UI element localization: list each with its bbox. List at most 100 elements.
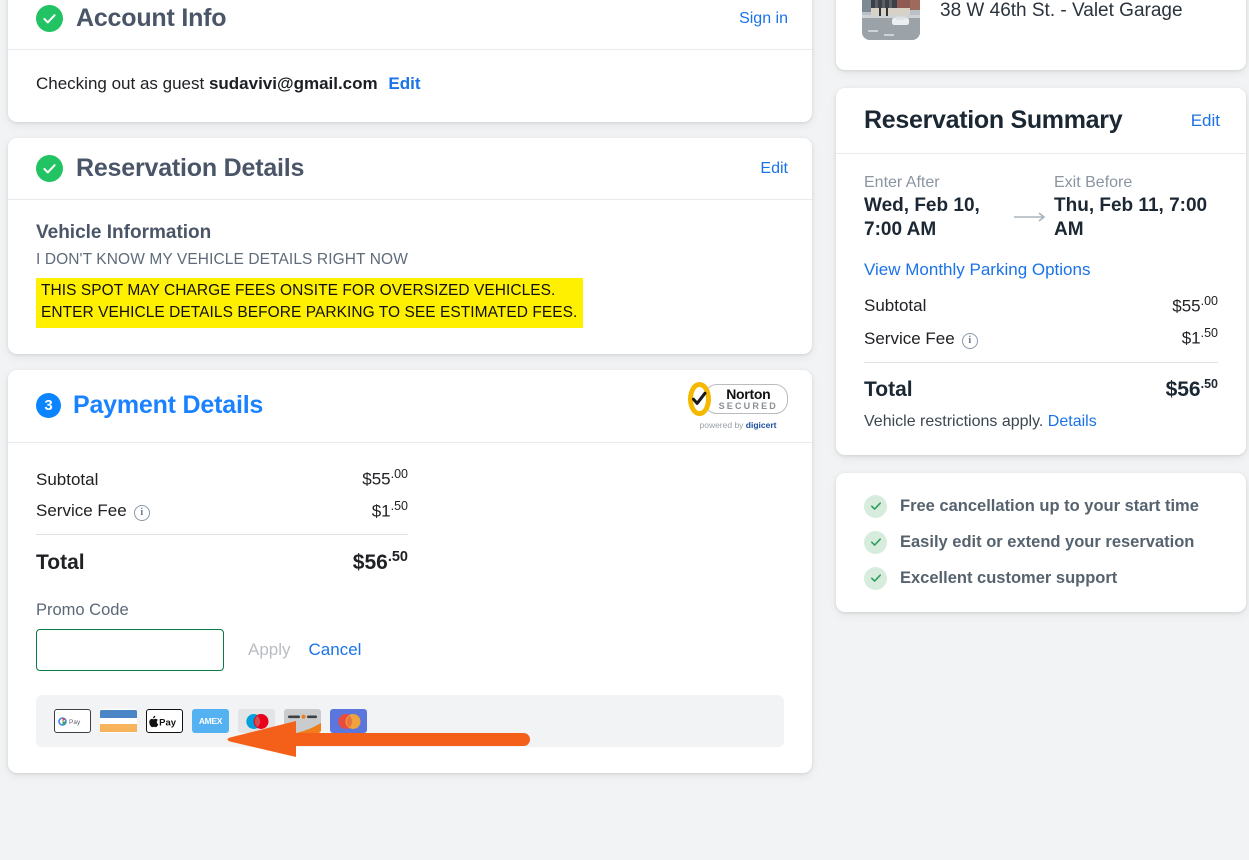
payment-details-card: 3 Payment Details Norton SECURED powered… xyxy=(8,369,812,774)
subtotal-cents: .00 xyxy=(390,466,408,481)
warning-line-2: ENTER VEHICLE DETAILS BEFORE PARKING TO … xyxy=(41,304,578,322)
summary-service-fee-row: Service Fee i $1.50 xyxy=(864,326,1218,350)
amex-label: AMEX xyxy=(198,716,223,727)
svg-text:Pay: Pay xyxy=(159,718,177,729)
enter-after-value: Wed, Feb 10, 7:00 AM xyxy=(864,195,980,240)
reservation-window: Enter After Wed, Feb 10, 7:00 AM Exit Be… xyxy=(864,174,1218,242)
check-circle-icon xyxy=(864,566,887,590)
summary-subtotal-value: $55.00 xyxy=(1172,294,1218,317)
norton-text-pill: Norton SECURED xyxy=(703,383,788,414)
norton-secured-text: SECURED xyxy=(718,400,778,411)
reservation-details-header: Reservation Details Edit xyxy=(8,138,812,200)
summary-service-fee-label: Service Fee xyxy=(864,328,955,348)
subtotal-value: $55.00 xyxy=(362,467,408,490)
guest-email-value: sudavivi@gmail.com xyxy=(208,74,378,93)
total-value: $56.50 xyxy=(353,549,408,575)
summary-total-value: $56.50 xyxy=(1166,377,1218,402)
promo-code-row: Apply Cancel xyxy=(36,629,784,672)
location-card: 38 W 46th St. - Valet Garage xyxy=(836,0,1246,70)
summary-service-fee-dollars: $1 xyxy=(1181,328,1201,348)
garage-street-photo xyxy=(862,0,920,40)
guest-checkout-line: Checking out as guest sudavivi@gmail.com… xyxy=(36,74,784,94)
summary-subtotal-dollars: $55 xyxy=(1172,296,1201,316)
reservation-summary-card: Reservation Summary Edit Enter After Wed… xyxy=(836,88,1246,455)
total-cents: .50 xyxy=(387,549,408,566)
reservation-summary-body: Enter After Wed, Feb 10, 7:00 AM Exit Be… xyxy=(836,154,1246,455)
mastercard-white-icon[interactable] xyxy=(238,709,275,734)
summary-total-dollars: $56 xyxy=(1165,377,1201,401)
subtotal-row: Subtotal $55.00 xyxy=(36,467,408,490)
payment-price-block: Subtotal $55.00 Service Fee i $1.50 Tota… xyxy=(36,467,408,575)
apply-promo-button[interactable]: Apply xyxy=(242,639,297,661)
info-circle-icon[interactable]: i xyxy=(961,332,978,349)
total-label: Total xyxy=(36,551,85,575)
vehicle-information-heading: Vehicle Information xyxy=(36,222,212,243)
edit-account-link[interactable]: Edit xyxy=(388,74,420,93)
summary-divider xyxy=(864,361,1218,363)
reservation-details-body: Vehicle Information I DON'T KNOW MY VEHI… xyxy=(8,200,812,354)
vehicle-restrictions-text: Vehicle restrictions apply. xyxy=(864,412,1044,430)
benefit-label: Free cancellation up to your start time xyxy=(900,496,1199,515)
norton-wordmark: Norton xyxy=(726,385,771,402)
apple-pay-icon[interactable]: Pay xyxy=(146,709,183,734)
summary-service-fee-cents: .50 xyxy=(1200,326,1218,341)
account-info-header: Account Info Sign in xyxy=(8,0,812,50)
norton-checkmark-seal-icon xyxy=(688,381,711,416)
oversized-vehicle-warning: THIS SPOT MAY CHARGE FEES ONSITE FOR OVE… xyxy=(36,278,584,328)
promo-code-input[interactable] xyxy=(36,629,224,672)
enter-after-label: Enter After xyxy=(864,174,940,191)
norton-badge-top: Norton SECURED xyxy=(688,381,788,416)
visa-card-icon[interactable] xyxy=(100,709,137,734)
summary-total-row: Total $56.50 xyxy=(864,377,1218,402)
sign-in-link[interactable]: Sign in xyxy=(739,10,788,28)
summary-subtotal-cents: .00 xyxy=(1200,293,1218,308)
powered-by-text: powered by xyxy=(699,419,746,430)
green-check-icon xyxy=(36,5,63,32)
list-item: Excellent customer support xyxy=(864,566,1220,590)
garage-name: 38 W 46th St. - Valet Garage xyxy=(940,0,1183,21)
cancel-promo-button[interactable]: Cancel xyxy=(303,639,368,661)
service-fee-cents: .50 xyxy=(390,498,408,513)
exit-before-value: Thu, Feb 11, 7:00 AM xyxy=(1054,195,1208,240)
exit-before-block: Exit Before Thu, Feb 11, 7:00 AM xyxy=(1054,174,1214,242)
benefits-list: Free cancellation up to your start time … xyxy=(836,473,1246,612)
summary-total-label: Total xyxy=(864,377,913,401)
service-fee-value: $1.50 xyxy=(372,499,408,522)
benefit-label: Excellent customer support xyxy=(900,568,1118,587)
account-info-card: Account Info Sign in Checking out as gue… xyxy=(8,0,812,122)
edit-reservation-summary-link[interactable]: Edit xyxy=(1191,111,1220,131)
view-monthly-parking-link[interactable]: View Monthly Parking Options xyxy=(864,260,1218,280)
service-fee-label: Service Fee xyxy=(36,501,127,521)
benefit-label: Easily edit or extend your reservation xyxy=(900,532,1195,551)
total-row: Total $56.50 xyxy=(36,549,408,575)
warning-line-1: THIS SPOT MAY CHARGE FEES ONSITE FOR OVE… xyxy=(41,282,556,299)
list-item: Easily edit or extend your reservation xyxy=(864,530,1220,554)
total-dollars: $56 xyxy=(352,551,388,575)
discover-card-icon[interactable] xyxy=(284,709,321,734)
google-pay-icon[interactable]: Pay xyxy=(54,709,91,734)
reservation-summary-title: Reservation Summary xyxy=(864,106,1123,134)
mastercard-blue-icon[interactable] xyxy=(330,709,367,734)
vehicle-restrictions-note: Vehicle restrictions apply. Details xyxy=(864,413,1218,431)
vehicle-unknown-text: I DON'T KNOW MY VEHICLE DETAILS RIGHT NO… xyxy=(36,251,408,268)
check-circle-icon xyxy=(864,530,887,554)
promo-code-label: Promo Code xyxy=(36,601,129,620)
price-divider xyxy=(36,534,408,536)
edit-reservation-details-link[interactable]: Edit xyxy=(760,160,788,178)
info-circle-icon[interactable]: i xyxy=(133,505,150,522)
svg-text:Pay: Pay xyxy=(69,719,81,726)
payment-details-body: Subtotal $55.00 Service Fee i $1.50 Tota… xyxy=(8,443,812,773)
vehicle-restrictions-details-link[interactable]: Details xyxy=(1048,413,1097,430)
summary-subtotal-label: Subtotal xyxy=(864,296,927,316)
payment-methods-strip: Pay Pay AMEX xyxy=(36,695,784,748)
benefits-card: Free cancellation up to your start time … xyxy=(836,472,1246,612)
amex-card-icon[interactable]: AMEX xyxy=(192,709,229,734)
exit-before-label: Exit Before xyxy=(1054,174,1133,191)
reservation-details-title: Reservation Details xyxy=(76,154,305,182)
location-row: 38 W 46th St. - Valet Garage xyxy=(836,0,1246,70)
reservation-details-card: Reservation Details Edit Vehicle Informa… xyxy=(8,138,812,354)
payment-details-title: Payment Details xyxy=(73,391,264,420)
summary-total-cents: .50 xyxy=(1200,376,1218,391)
subtotal-label: Subtotal xyxy=(36,469,99,489)
account-info-title: Account Info xyxy=(76,4,227,32)
